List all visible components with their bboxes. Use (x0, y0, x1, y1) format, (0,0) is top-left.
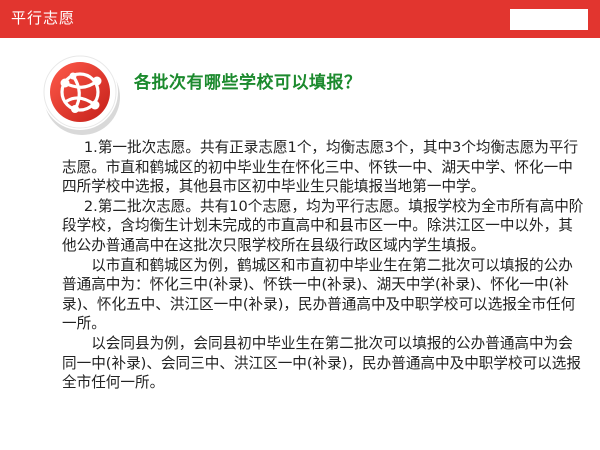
section-heading: 各批次有哪些学校可以填报？ (134, 73, 362, 93)
globe-network-icon (42, 54, 120, 135)
paragraph-second-batch: 2.第二批次志愿。共有10个志愿，均为平行志愿。填报学校为全市所有高中阶段学校，… (62, 197, 584, 254)
paragraph-first-batch: 1.第一批次志愿。共有正录志愿1个，均衡志愿3个，其中3个均衡志愿为平行志愿。市… (62, 139, 579, 196)
paragraph-example-city: 以市直和鹤城区为例，鹤城区和市直初中毕业生在第二批次可以填报的公办普通高中为：怀… (62, 256, 576, 333)
paragraph-example-huitong: 以会同县为例，会同县初中毕业生在第二批次可以填报的公办普通高中为会同一中(补录)… (62, 334, 581, 392)
body-text: 1.第一批次志愿。共有正录志愿1个，均衡志愿3个，其中3个均衡志愿为平行志愿。市… (62, 138, 586, 393)
header-title: 平行志愿 (11, 9, 76, 27)
header-blank-box (510, 9, 588, 30)
header-bar: 平行志愿 (0, 0, 600, 38)
